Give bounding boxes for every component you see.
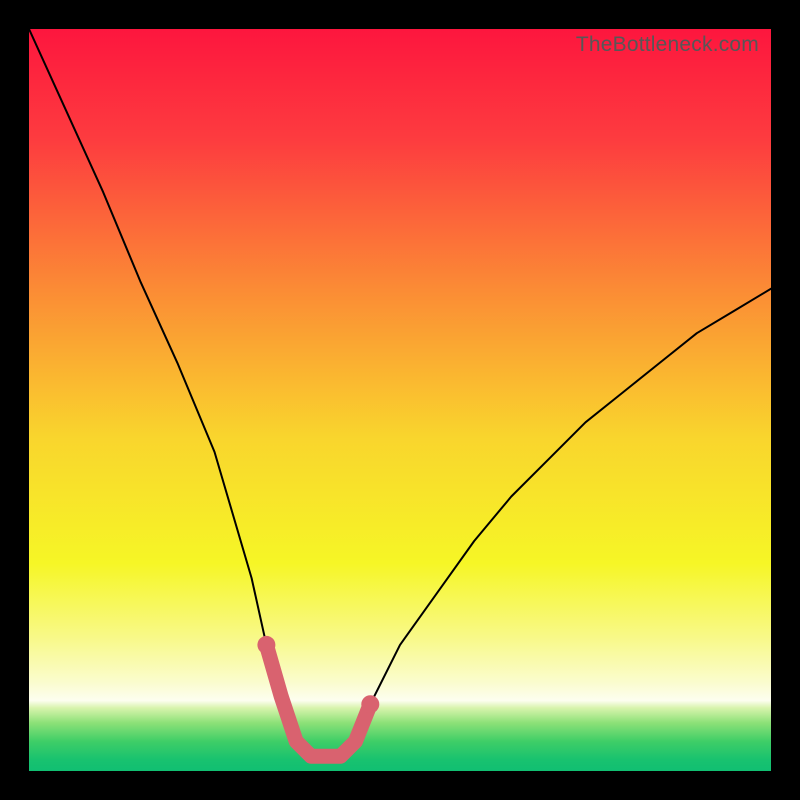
chart-frame: TheBottleneck.com [29, 29, 771, 771]
watermark-text: TheBottleneck.com [576, 33, 759, 57]
chart-background-gradient [29, 29, 771, 771]
